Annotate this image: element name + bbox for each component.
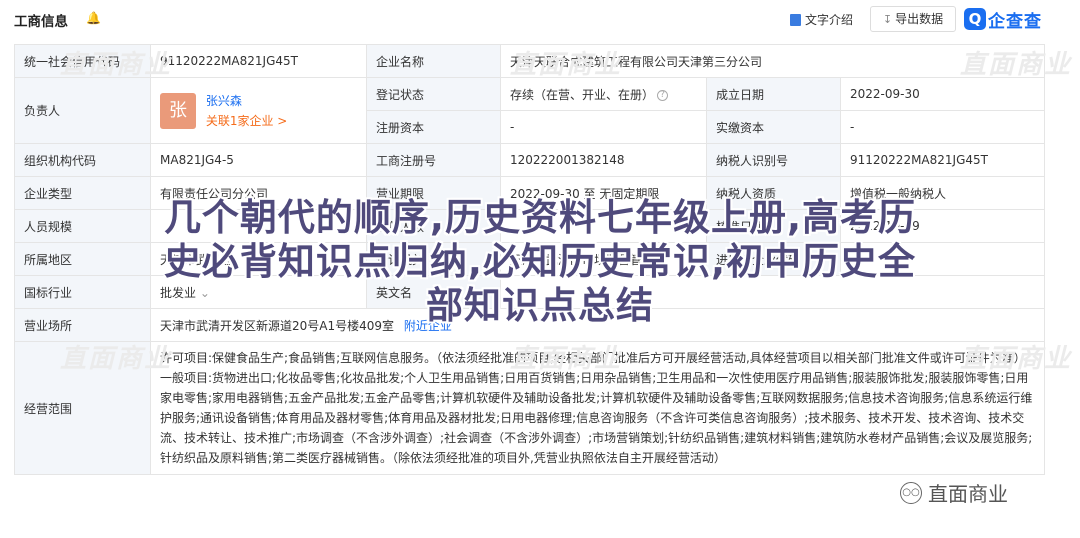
address-cell: 天津市武清开发区新源道20号A1号楼409室 附近企业 <box>149 308 1046 342</box>
paid-capital-label: 实缴资本 <box>706 110 841 144</box>
corner-watermark-text: 直面商业 <box>928 482 1008 506</box>
tax-id-value: 91120222MA821JG45T <box>839 143 1046 177</box>
reg-status-cell: 存续（在营、开业、在册）? <box>500 77 707 111</box>
est-date-value: 2022-09-30 <box>839 77 1046 111</box>
staff-size-value <box>150 209 367 243</box>
staff-size-label: 人员规模 <box>14 209 151 243</box>
bell-icon[interactable]: 🔔 <box>86 10 101 26</box>
export-label: 导出数据 <box>895 12 944 26</box>
table-row: 国标行业 批发业 ⌄ 英文名 <box>14 275 1046 309</box>
related-company-link[interactable]: 关联1家企业 > <box>206 111 288 131</box>
approval-date-label: 核准日期 <box>706 209 841 243</box>
document-icon <box>790 13 801 26</box>
industry-cell: 批发业 ⌄ <box>150 275 367 309</box>
person-info: 张兴森 关联1家企业 > <box>206 91 288 131</box>
page-title: 工商信息 <box>14 14 68 30</box>
reg-capital-value: - <box>500 110 707 144</box>
reg-status-label: 登记状态 <box>366 77 501 111</box>
tax-id-label: 纳税人识别号 <box>706 143 841 177</box>
company-type-label: 企业类型 <box>14 176 151 210</box>
english-name-label: 英文名 <box>366 275 501 309</box>
legal-rep-cell: 张 张兴森 关联1家企业 > <box>150 77 367 144</box>
address-label: 营业场所 <box>14 308 151 342</box>
table-row: 营业场所 天津市武清开发区新源道20号A1号楼409室 附近企业 <box>14 308 1046 342</box>
reg-status-value: 存续（在营、开业、在册） <box>510 87 655 102</box>
table-row: 企业类型 有限责任公司分公司 营业期限 2022-09-30 至 无固定期限 纳… <box>14 176 1046 210</box>
scope-label: 经营范围 <box>14 341 151 475</box>
import-export-label: 进出口企业代码 <box>706 242 841 276</box>
legal-rep-label: 负责人 <box>14 77 151 144</box>
authority-label: 登记机关 <box>366 242 501 276</box>
logo-text: 企查查 <box>988 11 1042 32</box>
chevron-down-icon[interactable]: ⌄ <box>200 286 210 300</box>
paid-capital-value: - <box>839 110 1046 144</box>
region-label: 所属地区 <box>14 242 151 276</box>
table-row: 经营范围 许可项目:保健食品生产;食品销售;互联网信息服务。（依法须经批准的项目… <box>14 341 1046 475</box>
header-bar: 工商信息 🔔 文字介绍 ↧ 导出数据 Q 企查查 <box>0 0 1080 40</box>
authority-value: 天津市武清区市场监督管理局 <box>500 242 707 276</box>
nearby-companies-link[interactable]: 附近企业 <box>404 319 452 333</box>
biz-term-value: 2022-09-30 至 无固定期限 <box>500 176 707 210</box>
org-code-value: MA821JG4-5 <box>150 143 367 177</box>
est-date-label: 成立日期 <box>706 77 841 111</box>
wechat-icon: ○○ <box>900 481 922 504</box>
corner-watermark: ○○ 直面商业 <box>900 478 1008 507</box>
org-code-label: 组织机构代码 <box>14 143 151 177</box>
biz-term-label: 营业期限 <box>366 176 501 210</box>
avatar: 张 <box>160 92 196 129</box>
credit-code-value: 91120222MA821JG45T <box>150 44 367 78</box>
insured-value <box>500 209 707 243</box>
credit-code-label: 统一社会信用代码 <box>14 44 151 78</box>
company-name-value: 天津天联合成建筑工程有限公司天津第三分公司 <box>499 44 1046 78</box>
region-value: 天津市武清区 <box>150 242 367 276</box>
export-icon: ↧ <box>882 13 893 26</box>
company-type-value: 有限责任公司分公司 <box>150 176 367 210</box>
table-row: 所属地区 天津市武清区 登记机关 天津市武清区市场监督管理局 进出口企业代码 <box>14 242 1046 276</box>
export-data-button[interactable]: ↧ 导出数据 <box>870 6 956 32</box>
legal-rep-name-link[interactable]: 张兴森 <box>206 91 288 111</box>
text-intro-button[interactable]: 文字介绍 <box>790 11 853 28</box>
scope-value: 许可项目:保健食品生产;食品销售;互联网信息服务。（依法须经批准的项目,经相关部… <box>149 341 1046 475</box>
industry-value: 批发业 <box>160 285 197 300</box>
english-name-value <box>499 275 1046 309</box>
table-row: 组织机构代码 MA821JG4-5 工商注册号 120222001382148 … <box>14 143 1046 177</box>
help-icon[interactable]: ? <box>657 89 669 101</box>
table-row: 统一社会信用代码 91120222MA821JG45T 企业名称 天津天联合成建… <box>14 44 1046 78</box>
taxpayer-qual-label: 纳税人资质 <box>706 176 841 210</box>
business-info-table: 统一社会信用代码 91120222MA821JG45T 企业名称 天津天联合成建… <box>14 44 1046 475</box>
company-name-label: 企业名称 <box>366 44 501 78</box>
insured-label: 参保人数 <box>366 209 501 243</box>
approval-date-value: 2022-10-19 <box>839 209 1046 243</box>
table-row: 人员规模 参保人数 核准日期 2022-10-19 <box>14 209 1046 243</box>
industry-label: 国标行业 <box>14 275 151 309</box>
reg-no-value: 120222001382148 <box>500 143 707 177</box>
address-value: 天津市武清开发区新源道20号A1号楼409室 <box>160 318 395 333</box>
text-intro-label: 文字介绍 <box>805 13 854 27</box>
taxpayer-qual-value: 增值税一般纳税人 <box>839 176 1046 210</box>
logo-mark: Q <box>964 8 986 30</box>
import-export-value <box>839 242 1046 276</box>
table-row: 负责人 张 张兴森 关联1家企业 > 登记状态 存续（在营、开业、在册）? 成立… <box>14 77 1046 144</box>
reg-no-label: 工商注册号 <box>366 143 501 177</box>
reg-capital-label: 注册资本 <box>366 110 501 144</box>
qichacha-logo: Q 企查查 <box>964 6 1042 32</box>
